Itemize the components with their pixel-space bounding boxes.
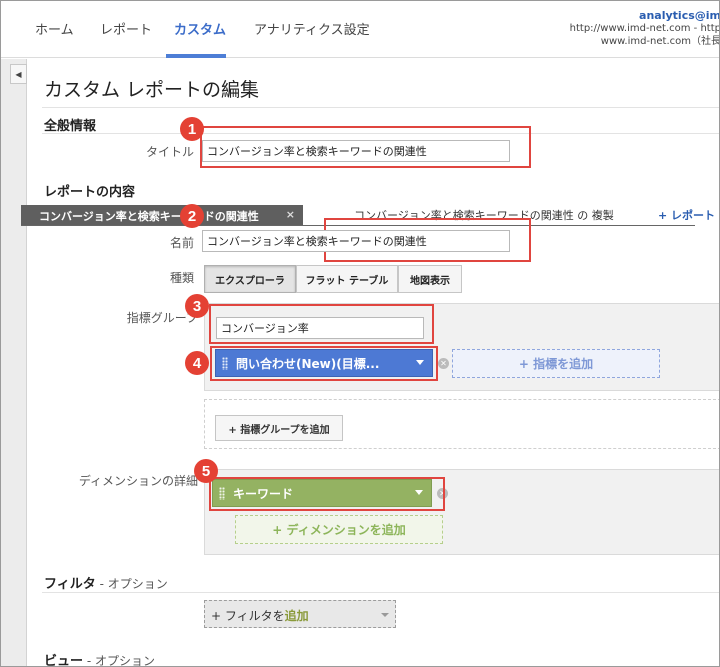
filter-optional-text: - オプション: [95, 577, 168, 591]
tab-analytics-settings[interactable]: アナリティクス設定: [254, 19, 370, 38]
view-optional-text: - オプション: [83, 654, 155, 667]
title-divider: [42, 107, 719, 108]
filter-heading-text: フィルタ: [44, 577, 96, 592]
type-flat-table-button[interactable]: フラット テーブル: [296, 265, 398, 293]
page-title: カスタム レポートの編集: [44, 79, 260, 101]
collapse-arrow-icon[interactable]: ◀: [10, 64, 27, 84]
callout-box-3: [209, 304, 434, 344]
type-explorer-button[interactable]: エクスプローラ: [204, 265, 296, 293]
add-filter-label: 追加: [284, 609, 309, 623]
name-input[interactable]: [202, 230, 510, 252]
active-tab-indicator: [166, 54, 226, 58]
type-label: 種類: [169, 271, 194, 285]
general-info-heading: 全般情報: [44, 119, 97, 134]
left-rail: ◀: [1, 59, 27, 666]
view-heading-text: ビュー: [44, 654, 84, 667]
callout-badge-4: 4: [185, 351, 209, 375]
add-dimension-button[interactable]: + ディメンションを追加: [235, 515, 443, 544]
dimension-label: ディメンションの詳細: [78, 474, 198, 488]
chevron-down-icon[interactable]: [381, 613, 389, 617]
close-icon[interactable]: ×: [286, 208, 295, 221]
view-heading: ビュー - オプション: [44, 650, 155, 667]
account-property-line1: http://www.imd-net.com - http: [569, 23, 720, 34]
report-tab-active[interactable]: コンバージョン率と検索キーワードの関連性 ×: [21, 205, 303, 225]
add-report-tab-link[interactable]: + レポート タ: [658, 207, 719, 223]
account-email: analytics@im: [639, 9, 720, 22]
report-tab-label: コンバージョン率と検索キーワードの関連性: [39, 210, 259, 223]
tab-home[interactable]: ホーム: [35, 19, 74, 38]
account-property-line2: www.imd-net.com（社長: [600, 36, 720, 47]
name-label: 名前: [169, 236, 194, 250]
top-nav: ホーム レポート カスタム アナリティクス設定 analytics@im htt…: [1, 1, 720, 58]
filter-heading: フィルタ - オプション: [44, 573, 168, 592]
callout-badge-3: 3: [185, 294, 209, 318]
remove-metric-icon[interactable]: ✕: [438, 358, 449, 369]
callout-badge-1: 1: [180, 117, 204, 141]
tab-reports[interactable]: レポート: [100, 19, 152, 38]
type-map-button[interactable]: 地図表示: [398, 265, 462, 293]
tab-custom[interactable]: カスタム: [174, 19, 226, 38]
main-content: カスタム レポートの編集 全般情報 タイトル 1 レポートの内容 コンバージョン…: [21, 59, 719, 667]
callout-box-1: [200, 126, 531, 168]
title-label: タイトル: [145, 145, 194, 159]
account-info[interactable]: analytics@im http://www.imd-net.com - ht…: [569, 9, 720, 48]
metric-group-label: 指標グループ: [126, 311, 198, 325]
report-content-heading: レポートの内容: [44, 185, 136, 200]
add-filter-dropdown[interactable]: + フィルタを追加: [204, 600, 396, 628]
app-frame: ホーム レポート カスタム アナリティクス設定 analytics@im htt…: [0, 0, 720, 667]
callout-box-5: [209, 477, 445, 511]
callout-badge-5: 5: [194, 459, 218, 483]
callout-badge-2: 2: [180, 204, 204, 228]
callout-box-4: [210, 346, 438, 381]
filter-divider: [42, 592, 719, 593]
add-metric-button[interactable]: + 指標を追加: [452, 349, 660, 378]
add-filter-prefix: + フィルタを: [211, 609, 285, 623]
add-metric-group-button[interactable]: + 指標グループを追加: [215, 415, 343, 441]
